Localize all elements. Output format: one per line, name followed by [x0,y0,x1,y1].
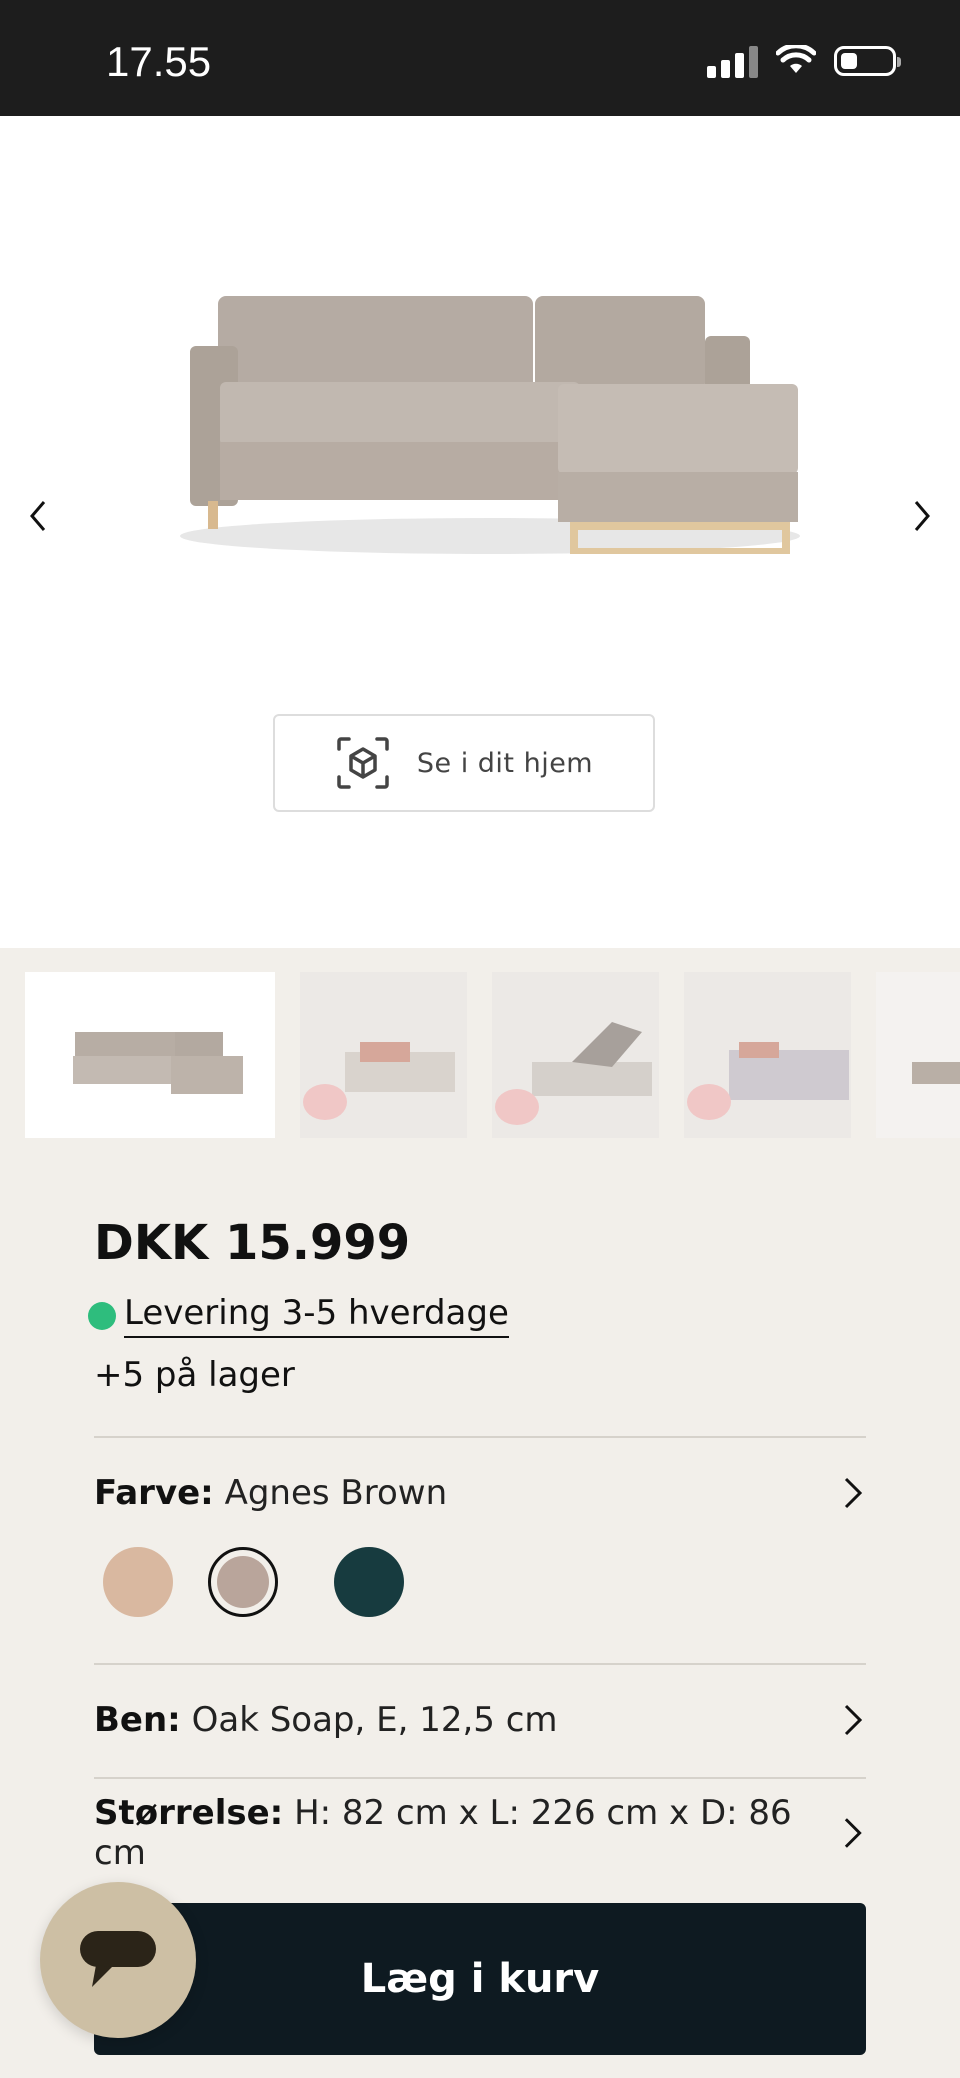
chevron-left-icon [30,501,46,531]
product-image [180,296,800,554]
product-price: DKK 15.999 [94,1215,411,1271]
color-option-row[interactable]: Farve: Agnes Brown [94,1463,866,1523]
swatch-beige[interactable] [103,1547,173,1617]
ar-cube-icon [337,737,389,789]
status-bar: 17.55 [0,0,960,116]
size-option-label: Størrelse: [94,1793,284,1833]
status-time: 17.55 [106,38,212,85]
thumbnail-3[interactable] [492,972,659,1138]
delivery-status-dot [88,1301,116,1330]
chevron-right-icon [844,1704,863,1736]
thumbnail-sofa-image [912,1062,960,1084]
swatch-agnes-brown[interactable] [217,1556,269,1608]
status-icons [707,44,901,78]
view-in-home-label: Se i dit hjem [416,747,594,779]
thumbnail-room-image [492,972,659,1138]
battery-icon [834,46,901,76]
thumbnail-strip [0,970,960,1140]
color-option-text: Farve: Agnes Brown [94,1473,447,1513]
chevron-right-icon [844,1477,863,1509]
color-option-label: Farve: [94,1473,214,1513]
legs-option-label: Ben: [94,1700,181,1740]
stock-status: +5 på lager [94,1355,295,1395]
thumbnail-2[interactable] [300,972,467,1138]
size-option-row[interactable]: Størrelse: H: 82 cm x L: 226 cm x D: 86 … [94,1793,866,1873]
chevron-right-icon [914,501,930,531]
thumbnail-room-image [300,972,467,1138]
thumbnail-sofa-image [73,1032,243,1094]
add-to-cart-button[interactable]: Læg i kurv [94,1903,866,2055]
chat-bubble-icon [80,1931,156,1987]
next-image-button[interactable] [902,486,942,546]
divider [94,1663,866,1665]
chevron-right-icon [845,1818,863,1848]
signal-icon [707,44,758,78]
product-gallery: Se i dit hjem [0,116,960,948]
delivery-link[interactable]: Levering 3-5 hverdage [124,1293,509,1338]
previous-image-button[interactable] [18,486,58,546]
thumbnail-5[interactable] [876,972,960,1138]
wifi-icon [776,45,816,73]
legs-option-row[interactable]: Ben: Oak Soap, E, 12,5 cm [94,1690,866,1750]
delivery-info[interactable]: Levering 3-5 hverdage [88,1293,509,1338]
thumbnail-1[interactable] [25,972,275,1138]
divider [94,1777,866,1779]
thumbnail-room-image [684,972,851,1138]
divider [94,1436,866,1438]
color-option-value: Agnes Brown [224,1473,448,1513]
size-option-text: Størrelse: H: 82 cm x L: 226 cm x D: 86 … [94,1793,840,1873]
thumbnail-4[interactable] [684,972,851,1138]
add-to-cart-label: Læg i kurv [360,1956,600,2002]
view-in-home-button[interactable]: Se i dit hjem [273,714,655,812]
legs-option-text: Ben: Oak Soap, E, 12,5 cm [94,1700,558,1740]
legs-option-value: Oak Soap, E, 12,5 cm [191,1700,558,1740]
swatch-dark-teal[interactable] [334,1547,404,1617]
chat-button[interactable] [40,1882,196,2038]
